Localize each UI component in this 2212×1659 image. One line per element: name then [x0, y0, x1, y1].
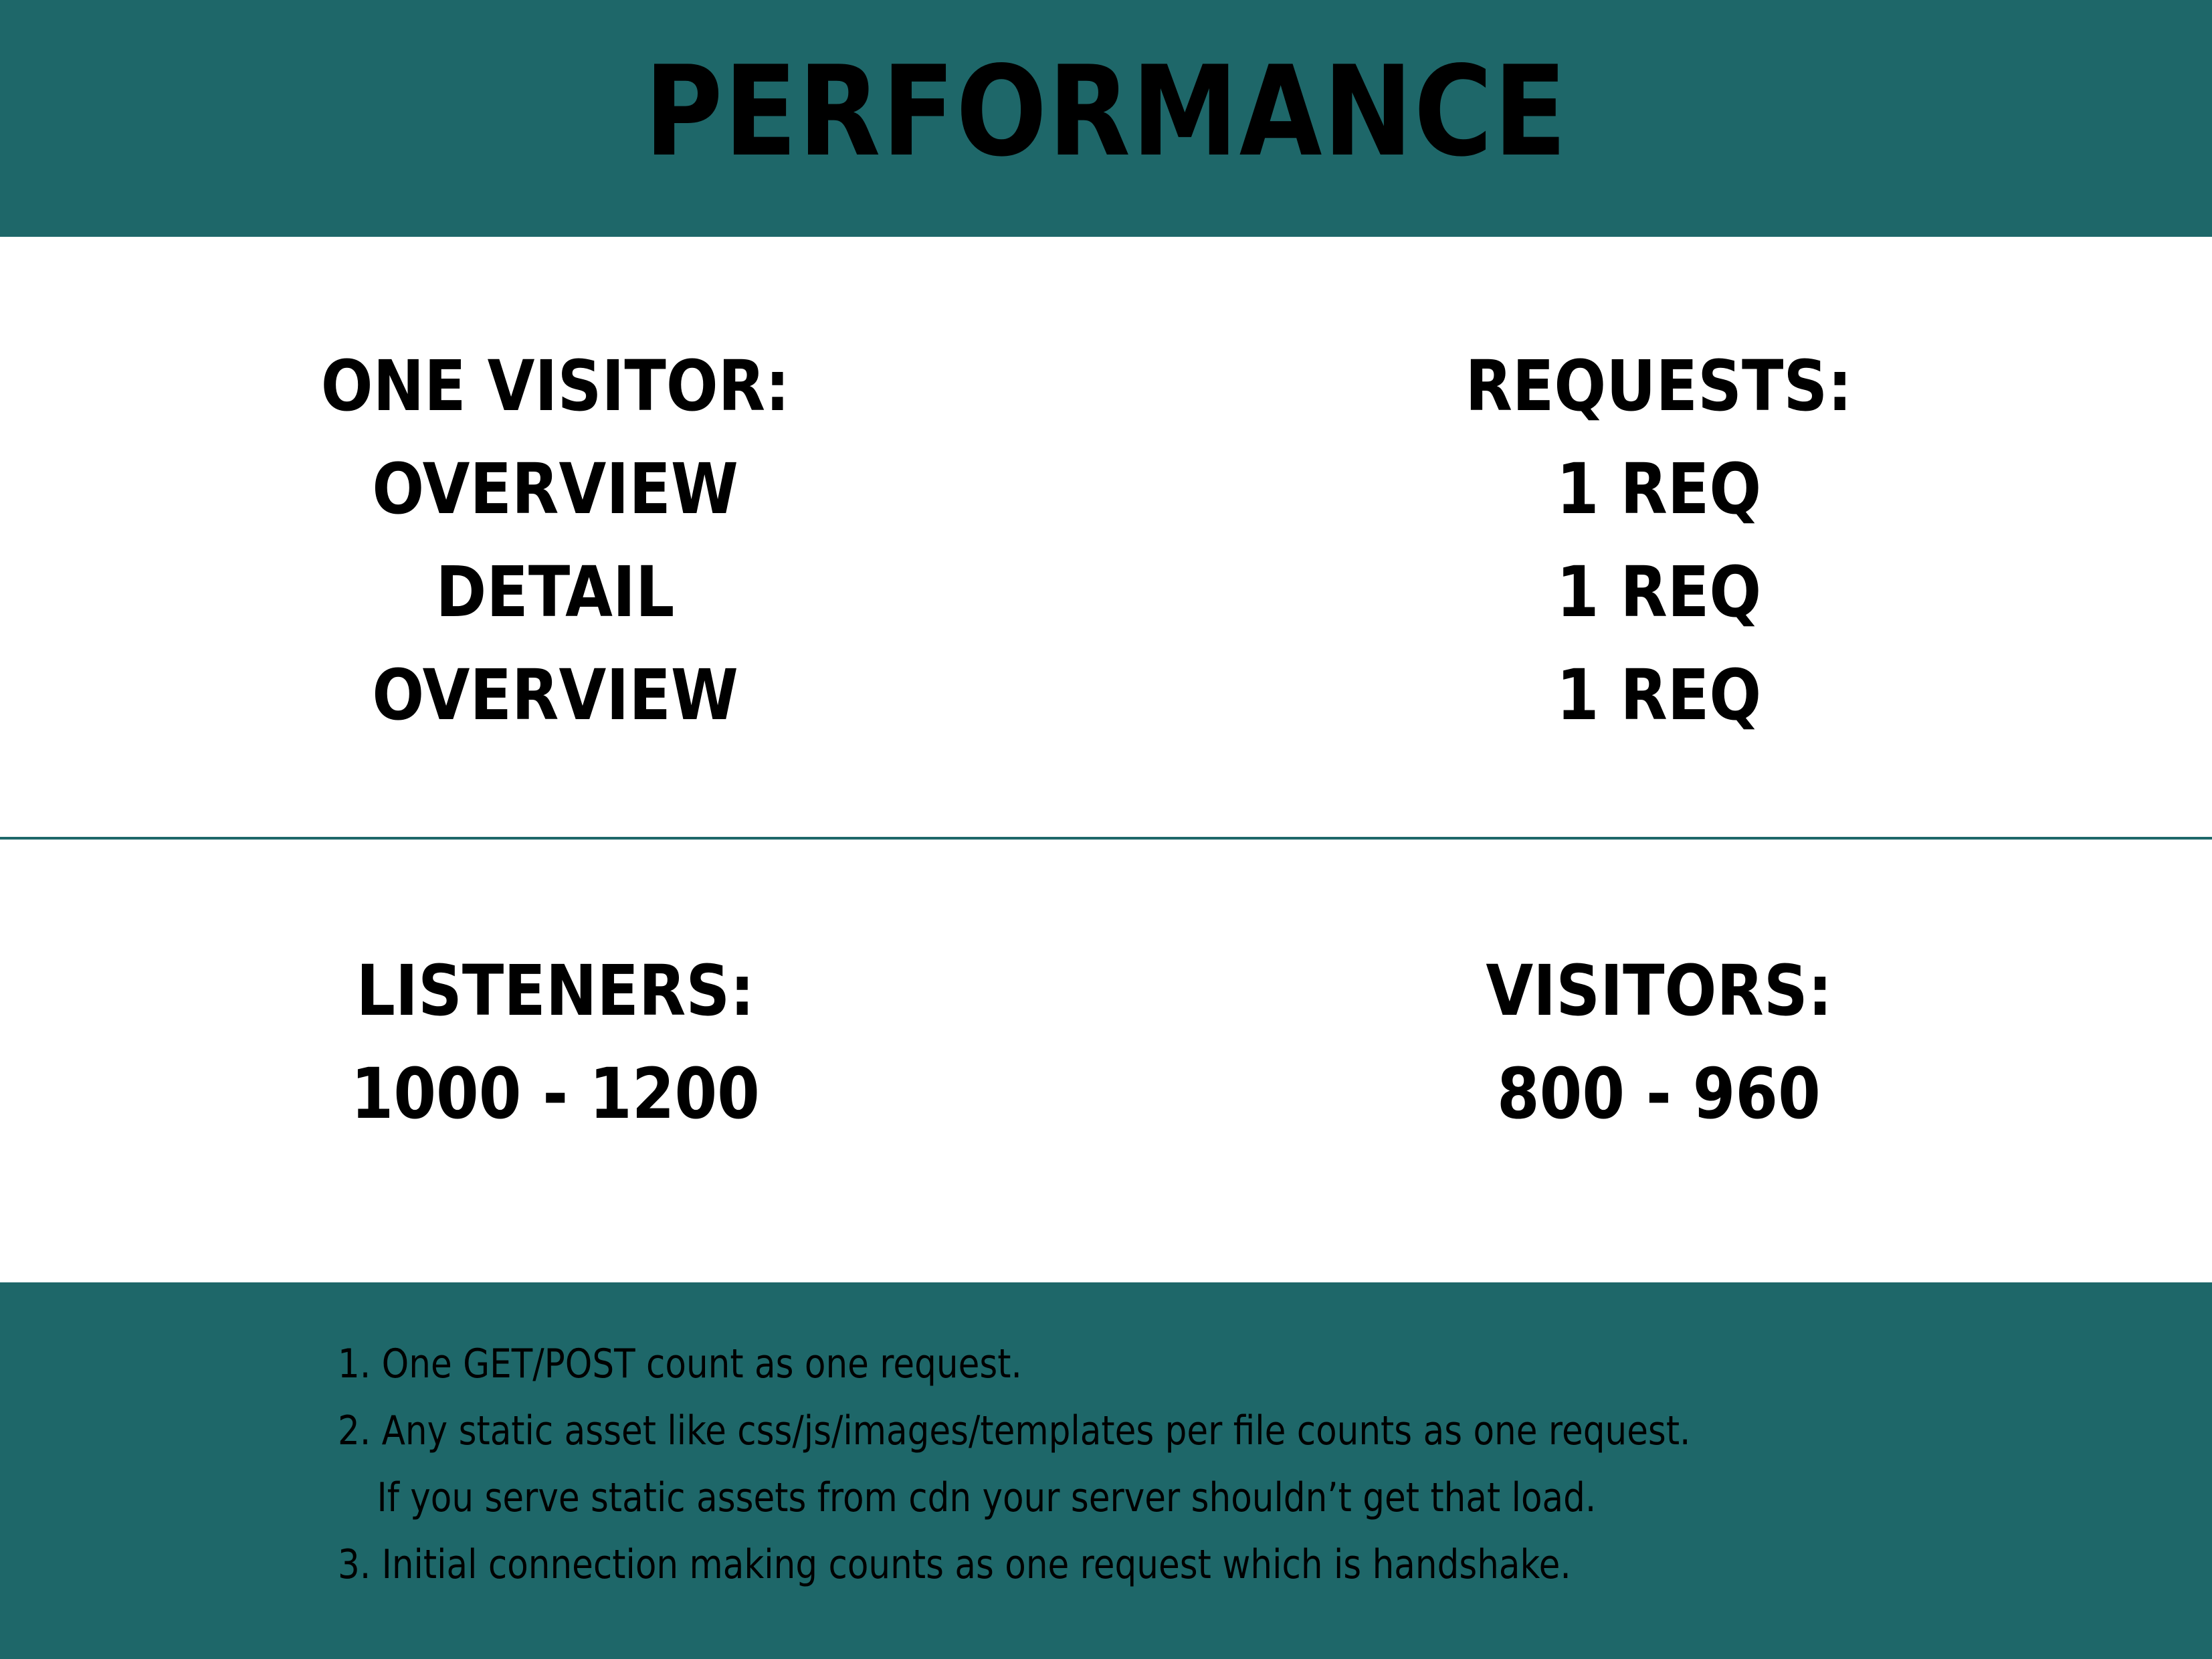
note-2: 2. Any static asset like css/js/images/t…: [338, 1407, 1691, 1454]
listeners-heading: LISTENERS:: [356, 950, 755, 1032]
note-1: 1. One GET/POST count as one request.: [338, 1341, 1022, 1387]
one-visitor-heading: ONE VISITOR:: [320, 345, 790, 427]
visitor-step-2: DETAIL: [435, 551, 675, 633]
visitors-heading: VISITORS:: [1485, 950, 1833, 1032]
request-count-2: 1 REQ: [1556, 551, 1762, 633]
requests-heading: REQUESTS:: [1465, 345, 1853, 427]
note-2-continuation: If you serve static assets from cdn your…: [377, 1474, 1597, 1521]
section-divider: [0, 837, 2212, 840]
page-title: PERFORMANCE: [644, 39, 1568, 184]
header-banner: PERFORMANCE: [0, 0, 2212, 237]
one-visitor-column: ONE VISITOR: OVERVIEW DETAIL OVERVIEW: [154, 334, 957, 747]
request-count-3: 1 REQ: [1556, 654, 1762, 736]
visitor-step-3: OVERVIEW: [372, 654, 738, 736]
notes-list: 1. One GET/POST count as one request. 2.…: [338, 1331, 1911, 1598]
visitor-step-1: OVERVIEW: [372, 448, 738, 530]
listeners-column: LISTENERS: 1000 - 1200: [154, 939, 957, 1145]
listeners-value: 1000 - 1200: [350, 1053, 760, 1135]
requests-column: REQUESTS: 1 REQ 1 REQ 1 REQ: [1258, 334, 2060, 747]
note-3: 3. Initial connection making counts as o…: [338, 1541, 1571, 1588]
visitors-value: 800 - 960: [1497, 1053, 1821, 1135]
visitors-column: VISITORS: 800 - 960: [1258, 939, 2060, 1145]
footer-notes-panel: 1. One GET/POST count as one request. 2.…: [0, 1282, 2212, 1659]
request-count-1: 1 REQ: [1556, 448, 1762, 530]
